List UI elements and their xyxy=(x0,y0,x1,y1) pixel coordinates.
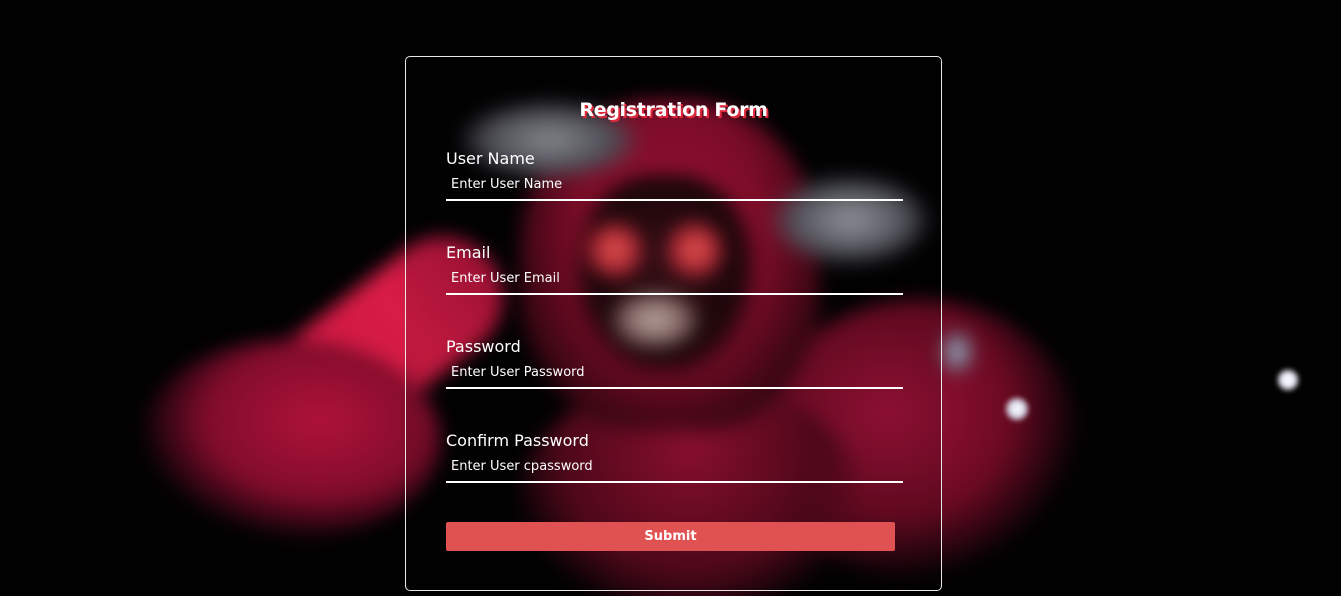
password-input[interactable] xyxy=(446,363,903,389)
confirm-password-label: Confirm Password xyxy=(446,431,589,450)
bg-light-center xyxy=(1004,396,1030,422)
email-label: Email xyxy=(446,243,491,262)
form-title: Registration Form xyxy=(579,99,768,121)
user-name-label: User Name xyxy=(446,149,535,168)
user-name-input[interactable] xyxy=(446,175,903,201)
bg-light-right xyxy=(1276,368,1300,392)
submit-button[interactable]: Submit xyxy=(446,522,895,551)
registration-form: Registration Form User Name Email Passwo… xyxy=(405,56,942,591)
email-field-group: Email xyxy=(446,243,903,295)
email-input[interactable] xyxy=(446,269,903,295)
password-field-group: Password xyxy=(446,337,903,389)
password-label: Password xyxy=(446,337,521,356)
confirm-password-input[interactable] xyxy=(446,457,903,483)
user-name-field-group: User Name xyxy=(446,149,903,201)
page-background: Registration Form User Name Email Passwo… xyxy=(0,0,1341,596)
confirm-password-field-group: Confirm Password xyxy=(446,431,903,483)
